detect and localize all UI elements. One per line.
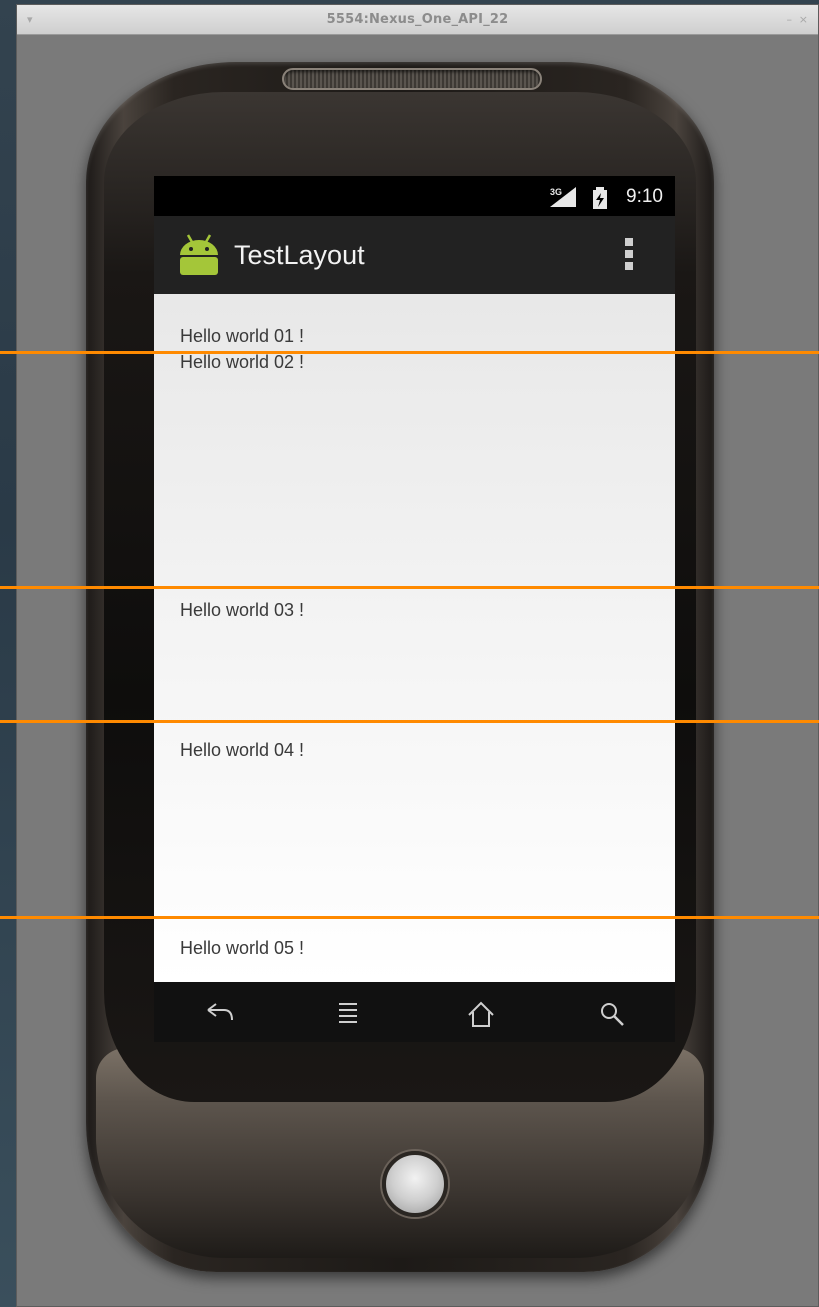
device-screen: 3G 9:10 TestLayout Hello world 01 ! Hell… <box>154 176 675 1042</box>
menu-icon[interactable] <box>336 1000 360 1026</box>
action-bar: TestLayout <box>154 216 675 294</box>
signal-icon: 3G <box>550 187 576 207</box>
status-bar: 3G 9:10 <box>154 176 675 216</box>
list-item: Hello world 04 ! <box>180 740 305 760</box>
minimize-icon[interactable]: – <box>787 13 793 26</box>
guide-line <box>0 720 819 723</box>
hardware-trackball-button[interactable] <box>382 1151 448 1217</box>
back-icon[interactable] <box>202 1000 236 1024</box>
overflow-menu-icon[interactable] <box>625 238 635 274</box>
app-title: TestLayout <box>234 240 365 270</box>
status-clock: 9:10 <box>626 186 663 207</box>
list-item: Hello world 01 ! <box>180 326 305 346</box>
list-item: Hello world 05 ! <box>180 938 305 958</box>
battery-icon <box>593 187 607 209</box>
home-icon[interactable] <box>466 1000 496 1028</box>
window-titlebar[interactable]: ▾ 5554:Nexus_One_API_22 – × <box>17 5 818 35</box>
guide-line <box>0 351 819 354</box>
close-icon[interactable]: × <box>799 13 808 26</box>
hardware-keys-bar <box>154 982 675 1042</box>
search-icon[interactable] <box>598 1000 626 1028</box>
network-type-label: 3G <box>550 187 562 197</box>
list-item: Hello world 02 ! <box>180 352 305 372</box>
guide-line <box>0 586 819 589</box>
guide-line <box>0 916 819 919</box>
window-title: 5554:Nexus_One_API_22 <box>326 12 509 27</box>
content-area: Hello world 01 ! Hello world 02 ! Hello … <box>154 294 675 982</box>
android-robot-icon[interactable] <box>176 233 222 277</box>
earpiece-speaker <box>282 68 542 90</box>
list-item: Hello world 03 ! <box>180 600 305 620</box>
